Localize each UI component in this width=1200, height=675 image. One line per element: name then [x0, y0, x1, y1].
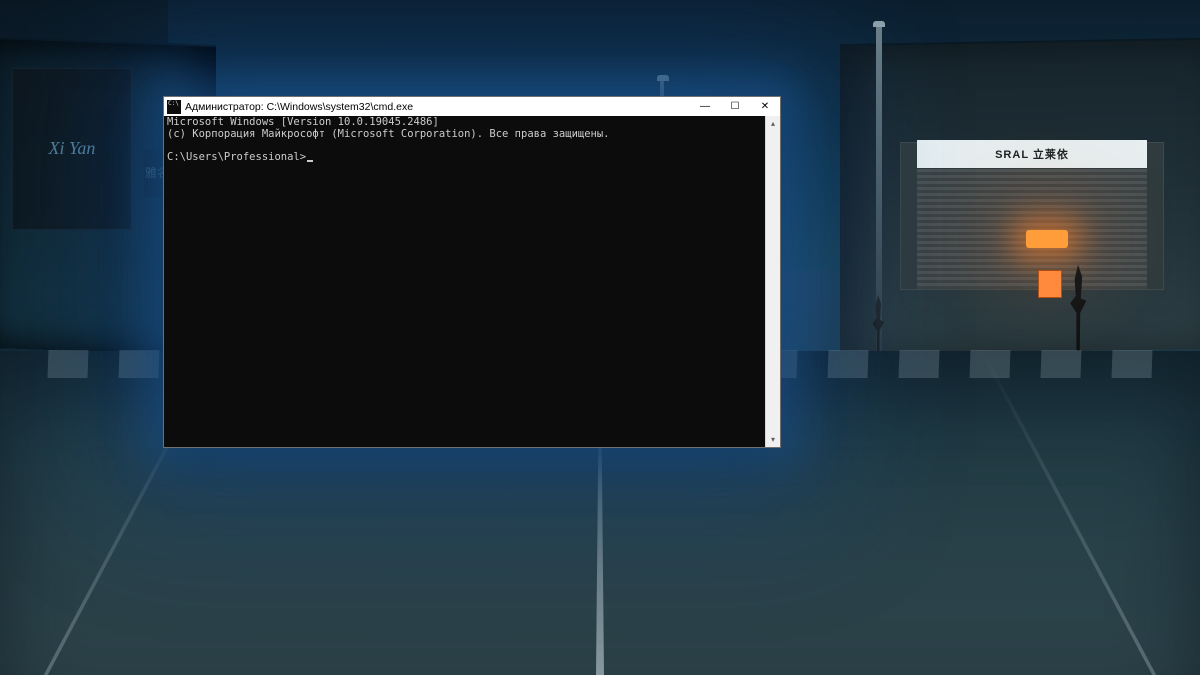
titlebar[interactable]: Администратор: C:\Windows\system32\cmd.e…	[164, 97, 780, 116]
window-controls: — ☐ ✕	[690, 97, 780, 116]
vertical-scrollbar[interactable]: ▴ ▾	[765, 116, 780, 447]
scrollbar-up-arrow-icon[interactable]: ▴	[766, 116, 780, 131]
terminal-line: Microsoft Windows [Version 10.0.19045.24…	[167, 116, 439, 128]
wallpaper-neon-light	[1026, 230, 1068, 248]
terminal-output[interactable]: Microsoft Windows [Version 10.0.19045.24…	[164, 116, 765, 447]
wallpaper-storefront-sign: SRAL 立莱依	[917, 140, 1148, 168]
scrollbar-track[interactable]	[766, 131, 780, 432]
minimize-button[interactable]: —	[690, 97, 720, 116]
maximize-button[interactable]: ☐	[720, 97, 750, 116]
wallpaper-banner-left: Xi Yan	[12, 68, 132, 230]
cmd-window[interactable]: Администратор: C:\Windows\system32\cmd.e…	[163, 96, 781, 448]
window-title: Администратор: C:\Windows\system32\cmd.e…	[185, 101, 690, 113]
scrollbar-down-arrow-icon[interactable]: ▾	[766, 432, 780, 447]
window-client-area: Microsoft Windows [Version 10.0.19045.24…	[164, 116, 780, 447]
close-button[interactable]: ✕	[750, 97, 780, 116]
terminal-line: (c) Корпорация Майкрософт (Microsoft Cor…	[167, 128, 610, 140]
wallpaper-warning-sign	[1038, 270, 1062, 298]
wallpaper-storefront: SRAL 立莱依	[900, 142, 1164, 291]
cmd-icon	[167, 100, 181, 114]
terminal-prompt: C:\Users\Professional>	[167, 151, 306, 163]
terminal-cursor	[307, 160, 313, 162]
